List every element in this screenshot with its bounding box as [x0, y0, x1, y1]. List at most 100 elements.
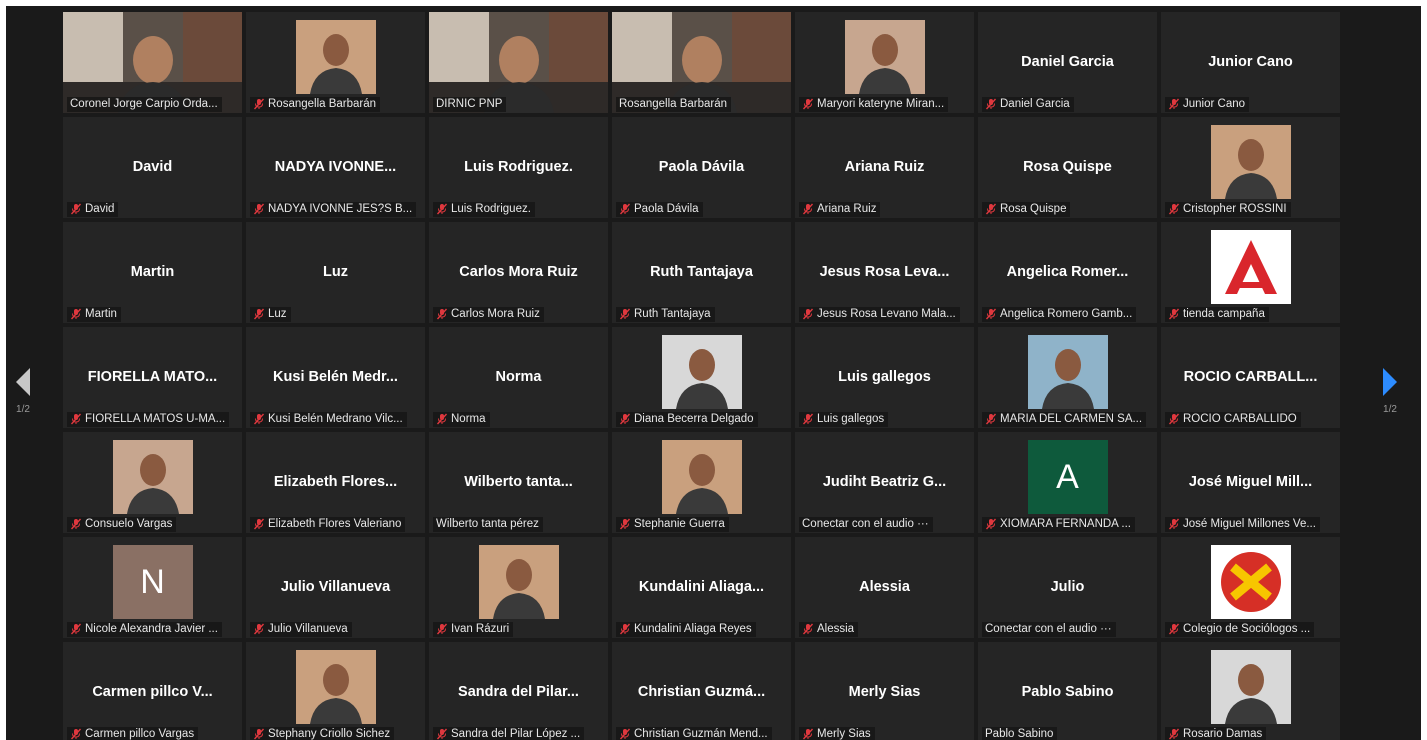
participant-name: Stephany Criollo Sichez: [268, 728, 391, 740]
participant-display-name: Christian Guzmá...: [637, 684, 766, 700]
participant-tile[interactable]: ROCIO CARBALL... ROCIO CARBALLIDO: [1161, 327, 1340, 428]
participant-tile[interactable]: Paola Dávila Paola Dávila: [612, 117, 791, 218]
muted-mic-icon: [253, 623, 268, 635]
muted-mic-icon: [802, 98, 817, 110]
participant-name: Luz: [268, 308, 287, 320]
muted-mic-icon: [619, 413, 634, 425]
muted-mic-icon: [1168, 413, 1183, 425]
participant-display-name: Carlos Mora Ruiz: [459, 264, 578, 280]
participant-tile[interactable]: Luis Rodriguez. Luis Rodriguez.: [429, 117, 608, 218]
participant-name-label: Nicole Alexandra Javier ...: [67, 622, 222, 637]
participant-tile[interactable]: Jesus Rosa Leva... Jesus Rosa Levano Mala…: [795, 222, 974, 323]
profile-photo: [478, 545, 559, 619]
participant-tile[interactable]: Rosangella Barbarán: [246, 12, 425, 113]
participant-tile[interactable]: Kusi Belén Medr... Kusi Belén Medrano Vil…: [246, 327, 425, 428]
participant-name-label: Wilberto tanta pérez: [433, 517, 543, 532]
profile-photo: [1210, 125, 1291, 199]
participant-tile[interactable]: Junior Cano Junior Cano: [1161, 12, 1340, 113]
participant-tile[interactable]: Ariana Ruiz Ariana Ruiz: [795, 117, 974, 218]
muted-mic-icon: [436, 203, 451, 215]
participant-display-name: David: [132, 159, 173, 175]
profile-photo: [661, 440, 742, 514]
participant-tile[interactable]: Cristopher ROSSINI: [1161, 117, 1340, 218]
participant-tile[interactable]: Consuelo Vargas: [63, 432, 242, 533]
participant-name: Stephanie Guerra: [634, 518, 725, 530]
participant-name-label: tienda campaña: [1165, 307, 1269, 322]
profile-photo: [1027, 335, 1108, 409]
participant-tile[interactable]: Rosario Damas: [1161, 642, 1340, 740]
participant-tile[interactable]: FIORELLA MATO... FIORELLA MATOS U-MA...: [63, 327, 242, 428]
participant-tile[interactable]: A XIOMARA FERNANDA ...: [978, 432, 1157, 533]
participant-tile[interactable]: Julio Villanueva Julio Villanueva: [246, 537, 425, 638]
participant-name: NADYA IVONNE JES?S B...: [268, 203, 413, 215]
participant-tile[interactable]: Stephany Criollo Sichez: [246, 642, 425, 740]
participant-tile[interactable]: Kundalini Aliaga... Kundalini Aliaga Reye…: [612, 537, 791, 638]
participant-tile[interactable]: David David: [63, 117, 242, 218]
previous-page-button[interactable]: 1/2: [6, 364, 43, 424]
participant-tile[interactable]: Judiht Beatriz G... Conectar con el audio…: [795, 432, 974, 533]
participant-name-label: Merly Sias: [799, 727, 875, 740]
muted-mic-icon: [985, 518, 1000, 530]
participant-tile[interactable]: Rosa Quispe Rosa Quispe: [978, 117, 1157, 218]
participant-display-name: Elizabeth Flores...: [273, 474, 398, 490]
participant-name-label: Conectar con el audio ···: [982, 622, 1116, 637]
participant-tile[interactable]: Coronel Jorge Carpio Orda...: [63, 12, 242, 113]
participant-tile[interactable]: Wilberto tanta... Wilberto tanta pérez: [429, 432, 608, 533]
participant-name: Christian Guzmán Mend...: [634, 728, 768, 740]
participant-tile[interactable]: Angelica Romer... Angelica Romero Gamb...: [978, 222, 1157, 323]
participant-tile[interactable]: Carlos Mora Ruiz Carlos Mora Ruiz: [429, 222, 608, 323]
muted-mic-icon: [436, 413, 451, 425]
participant-tile[interactable]: Stephanie Guerra: [612, 432, 791, 533]
participant-tile[interactable]: Maryori kateryne Miran...: [795, 12, 974, 113]
participant-tile[interactable]: Elizabeth Flores... Elizabeth Flores Vale…: [246, 432, 425, 533]
participant-name-label: Stephany Criollo Sichez: [250, 727, 395, 740]
profile-photo: [844, 20, 925, 94]
participant-name: Rosangella Barbarán: [619, 98, 728, 110]
participant-name: Conectar con el audio ···: [802, 518, 929, 530]
participant-tile[interactable]: Pablo Sabino Pablo Sabino: [978, 642, 1157, 740]
muted-mic-icon: [802, 413, 817, 425]
participant-tile[interactable]: Luz Luz: [246, 222, 425, 323]
participant-tile[interactable]: Ruth Tantajaya Ruth Tantajaya: [612, 222, 791, 323]
participant-tile[interactable]: Julio Conectar con el audio ···: [978, 537, 1157, 638]
participant-tile[interactable]: Daniel Garcia Daniel Garcia: [978, 12, 1157, 113]
participant-tile[interactable]: Ivan Rázuri: [429, 537, 608, 638]
muted-mic-icon: [1168, 308, 1183, 320]
participant-tile[interactable]: Diana Becerra Delgado: [612, 327, 791, 428]
participant-tile[interactable]: Rosangella Barbarán: [612, 12, 791, 113]
participant-name: José Miguel Millones Ve...: [1183, 518, 1316, 530]
participant-name: Pablo Sabino: [985, 728, 1054, 740]
participant-name: David: [85, 203, 115, 215]
participant-display-name: Angelica Romer...: [1006, 264, 1129, 280]
participant-tile[interactable]: Carmen pillco V... Carmen pillco Vargas: [63, 642, 242, 740]
profile-photo: [661, 335, 742, 409]
participant-tile[interactable]: N Nicole Alexandra Javier ...: [63, 537, 242, 638]
participant-display-name: Alessia: [859, 579, 910, 595]
participant-name: Kundalini Aliaga Reyes: [634, 623, 752, 635]
next-page-button[interactable]: 1/2: [1370, 364, 1410, 424]
participant-tile[interactable]: tienda campaña: [1161, 222, 1340, 323]
participant-tile[interactable]: Martin Martin: [63, 222, 242, 323]
participant-tile[interactable]: Christian Guzmá... Christian Guzmán Mend.…: [612, 642, 791, 740]
participant-tile[interactable]: Colegio de Sociólogos ...: [1161, 537, 1340, 638]
video-gallery: 1/2 Coronel Jorge Carpio Orda... Rosangel…: [6, 6, 1421, 740]
participant-name: Rosario Damas: [1183, 728, 1263, 740]
participant-tile[interactable]: Sandra del Pilar... Sandra del Pilar Lópe…: [429, 642, 608, 740]
participant-name: Conectar con el audio ···: [985, 623, 1112, 635]
participant-name: XIOMARA FERNANDA ...: [1000, 518, 1131, 530]
participant-tile[interactable]: Luis gallegos Luis gallegos: [795, 327, 974, 428]
participant-tile[interactable]: Alessia Alessia: [795, 537, 974, 638]
muted-mic-icon: [253, 308, 268, 320]
participant-tile[interactable]: Norma Norma: [429, 327, 608, 428]
participant-tile[interactable]: NADYA IVONNE... NADYA IVONNE JES?S B...: [246, 117, 425, 218]
participant-name-label: Rosa Quispe: [982, 202, 1071, 217]
participant-tile[interactable]: DIRNIC PNP: [429, 12, 608, 113]
participant-tile[interactable]: MARIA DEL CARMEN SA...: [978, 327, 1157, 428]
participant-display-name: Rosa Quispe: [1023, 159, 1112, 175]
muted-mic-icon: [619, 728, 634, 740]
participant-tile[interactable]: Merly Sias Merly Sias: [795, 642, 974, 740]
organization-logo-icon: [1210, 545, 1291, 619]
participant-tile[interactable]: José Miguel Mill... José Miguel Millones …: [1161, 432, 1340, 533]
muted-mic-icon: [619, 518, 634, 530]
participant-name: Cristopher ROSSINI: [1183, 203, 1287, 215]
